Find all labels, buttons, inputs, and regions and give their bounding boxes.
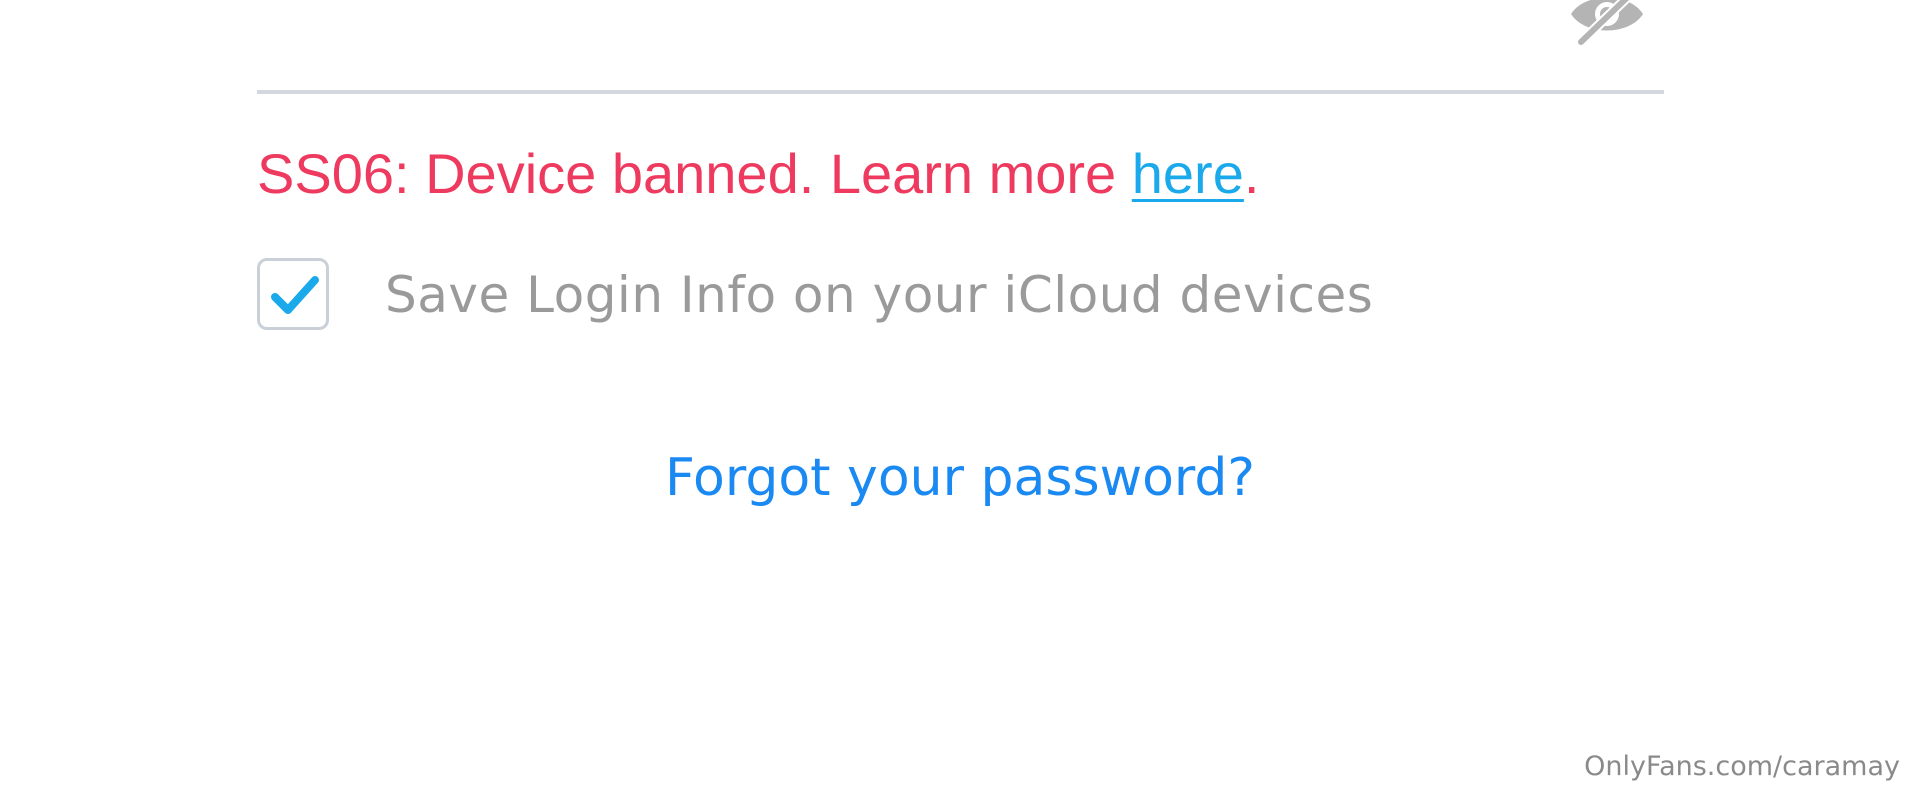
watermark: OnlyFans.com/caramay <box>1584 751 1900 782</box>
error-text: SS06: Device banned. Learn more <box>257 142 1132 205</box>
save-login-checkbox[interactable] <box>257 258 329 330</box>
login-form-screen: SS06: Device banned. Learn more here. Sa… <box>0 0 1920 806</box>
save-login-label[interactable]: Save Login Info on your iCloud devices <box>385 262 1373 328</box>
checkmark-icon <box>271 276 319 314</box>
error-message: SS06: Device banned. Learn more here. <box>257 140 1259 208</box>
error-suffix: . <box>1243 142 1260 205</box>
forgot-password-link-text[interactable]: Forgot your password? <box>665 448 1255 508</box>
forgot-password-link: Forgot your password? <box>0 445 1920 511</box>
password-field-underline <box>257 90 1664 94</box>
learn-more-link[interactable]: here <box>1132 142 1244 205</box>
eye-slash-icon[interactable] <box>1565 0 1649 48</box>
